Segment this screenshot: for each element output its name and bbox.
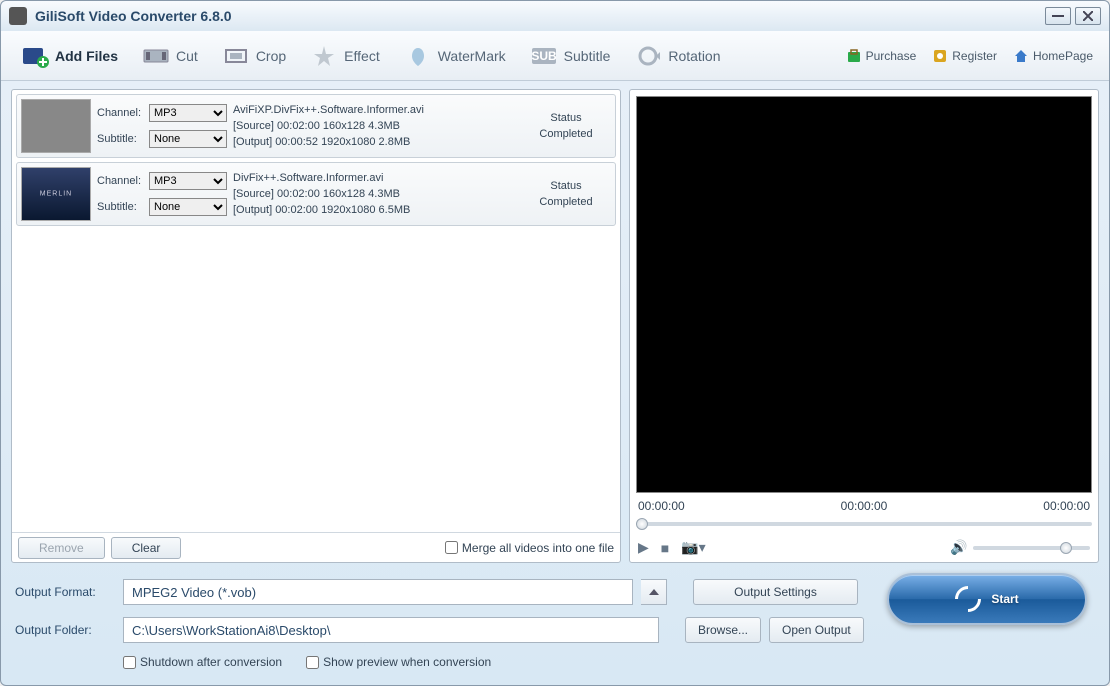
subtitle-button[interactable]: SUB Subtitle [520, 38, 621, 74]
merge-checkbox-input[interactable] [445, 541, 458, 554]
volume-icon[interactable]: 🔊 [950, 539, 967, 556]
merge-checkbox[interactable]: Merge all videos into one file [445, 541, 614, 555]
window-title: GiliSoft Video Converter 6.8.0 [35, 8, 1045, 24]
output-info: [Output] 00:02:00 1920x1080 6.5MB [233, 204, 515, 216]
register-button[interactable]: Register [926, 44, 1003, 68]
output-folder-field[interactable]: C:\Users\WorkStationAi8\Desktop\ [123, 617, 659, 643]
rotation-icon [634, 44, 662, 68]
purchase-icon [846, 48, 862, 64]
cut-label: Cut [176, 48, 198, 64]
clear-button[interactable]: Clear [111, 537, 182, 559]
snapshot-icon[interactable]: 📷▾ [681, 539, 705, 556]
video-preview [636, 96, 1092, 493]
seek-slider[interactable] [636, 517, 1092, 531]
add-files-label: Add Files [55, 48, 118, 64]
output-settings-button[interactable]: Output Settings [693, 579, 858, 605]
preview-panel: 00:00:00 00:00:00 00:00:00 ▶ ■ 📷▾ 🔊 [629, 89, 1099, 563]
preview-label: Show preview when conversion [323, 655, 491, 669]
effect-label: Effect [344, 48, 380, 64]
output-format-field[interactable]: MPEG2 Video (*.vob) [123, 579, 633, 605]
cut-icon [142, 44, 170, 68]
subtitle-label: Subtitle: [97, 201, 145, 213]
channel-label: Channel: [97, 175, 145, 187]
subtitle-label: Subtitle: [97, 133, 145, 145]
app-icon [9, 7, 27, 25]
file-name: AviFiXP.DivFix++.Software.Informer.avi [233, 104, 515, 116]
file-item[interactable]: Channel: MP3 Subtitle: None AviFiXP.DivF… [16, 94, 616, 158]
minimize-button[interactable] [1045, 7, 1071, 25]
rotation-button[interactable]: Rotation [624, 38, 730, 74]
svg-text:SUB: SUB [531, 49, 557, 63]
status-header: Status [521, 180, 611, 192]
register-label: Register [952, 49, 997, 63]
output-format-label: Output Format: [15, 585, 115, 599]
add-files-button[interactable]: Add Files [11, 38, 128, 74]
rotation-label: Rotation [668, 48, 720, 64]
subtitle-select[interactable]: None [149, 198, 227, 216]
start-label: Start [991, 592, 1018, 606]
subtitle-icon: SUB [530, 44, 558, 68]
channel-select[interactable]: MP3 [149, 172, 227, 190]
effect-icon [310, 44, 338, 68]
channel-label: Channel: [97, 107, 145, 119]
merge-label: Merge all videos into one file [462, 541, 614, 555]
home-icon [1013, 48, 1029, 64]
homepage-label: HomePage [1033, 49, 1093, 63]
output-folder-label: Output Folder: [15, 623, 115, 637]
close-button[interactable] [1075, 7, 1101, 25]
status-value: Completed [521, 196, 611, 208]
thumbnail [21, 99, 91, 153]
watermark-icon [404, 44, 432, 68]
cut-button[interactable]: Cut [132, 38, 208, 74]
purchase-label: Purchase [866, 49, 917, 63]
watermark-label: WaterMark [438, 48, 506, 64]
watermark-button[interactable]: WaterMark [394, 38, 516, 74]
shutdown-label: Shutdown after conversion [140, 655, 282, 669]
thumbnail [21, 167, 91, 221]
register-icon [932, 48, 948, 64]
time-start: 00:00:00 [638, 499, 685, 513]
purchase-button[interactable]: Purchase [840, 44, 923, 68]
file-list-panel: Channel: MP3 Subtitle: None AviFiXP.DivF… [11, 89, 621, 563]
time-current: 00:00:00 [841, 499, 888, 513]
add-files-icon [21, 44, 49, 68]
output-info: [Output] 00:00:52 1920x1080 2.8MB [233, 136, 515, 148]
play-icon[interactable]: ▶ [638, 539, 649, 556]
open-output-button[interactable]: Open Output [769, 617, 864, 643]
file-item[interactable]: Channel: MP3 Subtitle: None DivFix++.Sof… [16, 162, 616, 226]
status-value: Completed [521, 128, 611, 140]
remove-button[interactable]: Remove [18, 537, 105, 559]
start-button[interactable]: Start [887, 573, 1087, 625]
crop-button[interactable]: Crop [212, 38, 296, 74]
shutdown-checkbox[interactable]: Shutdown after conversion [123, 655, 282, 669]
crop-label: Crop [256, 48, 286, 64]
subtitle-select[interactable]: None [149, 130, 227, 148]
time-end: 00:00:00 [1043, 499, 1090, 513]
source-info: [Source] 00:02:00 160x128 4.3MB [233, 188, 515, 200]
subtitle-label: Subtitle [564, 48, 611, 64]
output-format-dropdown[interactable] [641, 579, 667, 605]
file-list-footer: Remove Clear Merge all videos into one f… [12, 532, 620, 562]
homepage-button[interactable]: HomePage [1007, 44, 1099, 68]
crop-icon [222, 44, 250, 68]
preview-checkbox-input[interactable] [306, 656, 319, 669]
volume-slider[interactable] [973, 546, 1090, 550]
title-bar: GiliSoft Video Converter 6.8.0 [1, 1, 1109, 31]
file-list: Channel: MP3 Subtitle: None AviFiXP.DivF… [12, 90, 620, 532]
preview-checkbox[interactable]: Show preview when conversion [306, 655, 491, 669]
status-header: Status [521, 112, 611, 124]
shutdown-checkbox-input[interactable] [123, 656, 136, 669]
channel-select[interactable]: MP3 [149, 104, 227, 122]
file-name: DivFix++.Software.Informer.avi [233, 172, 515, 184]
browse-button[interactable]: Browse... [685, 617, 761, 643]
main-toolbar: Add Files Cut Crop Effect WaterMark SUB … [1, 31, 1109, 81]
effect-button[interactable]: Effect [300, 38, 390, 74]
stop-icon[interactable]: ■ [661, 540, 669, 556]
source-info: [Source] 00:02:00 160x128 4.3MB [233, 120, 515, 132]
